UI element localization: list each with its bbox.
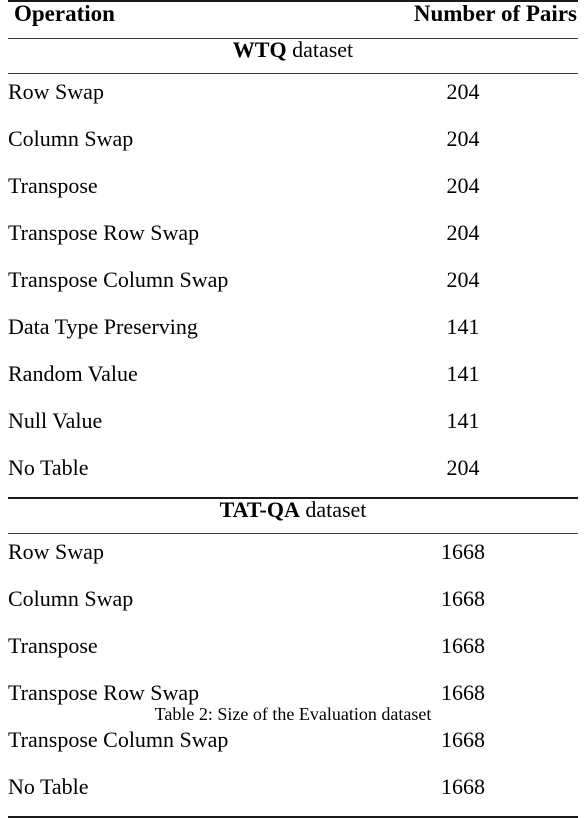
cell-number-of-pairs: 204: [446, 220, 480, 245]
section-header-wtq: WTQ dataset: [8, 37, 578, 74]
cell-number-of-pairs: 204: [446, 455, 480, 480]
table-row: Random Value 141: [8, 356, 578, 403]
column-header-operation: Operation: [8, 0, 348, 39]
cell-operation: Null Value: [8, 408, 103, 433]
cell-operation: Row Swap: [8, 539, 104, 564]
cell-number-of-pairs: 204: [446, 79, 480, 104]
table-row: No Table 1668: [8, 769, 578, 818]
cell-number-of-pairs: 141: [446, 361, 480, 386]
section-title-tatqa: TAT-QA dataset: [8, 497, 578, 534]
cell-operation: Column Swap: [8, 126, 134, 151]
cell-operation: Transpose Row Swap: [8, 220, 200, 245]
table-header-row: Operation Number of Pairs: [8, 0, 578, 39]
cell-number-of-pairs: 1668: [441, 727, 485, 752]
table-row: Null Value 141: [8, 403, 578, 450]
cell-number-of-pairs: 204: [446, 267, 480, 292]
cell-operation: Row Swap: [8, 79, 104, 104]
table-row: Transpose Column Swap 204: [8, 262, 578, 309]
cell-operation: No Table: [8, 769, 348, 818]
table-caption: Table 2: Size of the Evaluation dataset: [154, 704, 432, 724]
cell-operation: Transpose Column Swap: [8, 727, 229, 752]
section-suffix-tatqa: dataset: [299, 497, 367, 522]
cell-operation: Transpose: [8, 633, 98, 658]
table-row: Column Swap 1668: [8, 581, 578, 628]
column-header-number-of-pairs: Number of Pairs: [348, 0, 578, 39]
cell-number-of-pairs: 1668: [441, 539, 485, 564]
cell-operation: Column Swap: [8, 586, 134, 611]
section-name-tatqa: TAT-QA: [219, 497, 300, 522]
table-figure: Operation Number of Pairs WTQ dataset Ro…: [0, 0, 586, 818]
section-name-wtq: WTQ: [232, 37, 287, 62]
cell-number-of-pairs: 1668: [441, 586, 485, 611]
table-row: No Table 204: [8, 450, 578, 498]
cell-number-of-pairs: 204: [446, 126, 480, 151]
cell-operation: Transpose: [8, 173, 98, 198]
section-suffix-wtq: dataset: [286, 37, 354, 62]
table-body: WTQ dataset Row Swap 204 Column Swap 204…: [8, 37, 578, 818]
cell-number-of-pairs: 204: [446, 173, 480, 198]
table-header: Operation Number of Pairs: [8, 0, 578, 39]
cell-operation: Data Type Preserving: [8, 314, 198, 339]
evaluation-dataset-table: Operation Number of Pairs WTQ dataset Ro…: [8, 0, 578, 818]
table-row: Row Swap 204: [8, 74, 578, 122]
section-title-wtq: WTQ dataset: [8, 37, 578, 74]
cell-number-of-pairs: 1668: [441, 633, 485, 658]
table-row: Column Swap 204: [8, 121, 578, 168]
cell-operation: Transpose Column Swap: [8, 267, 229, 292]
table-row: Transpose Row Swap 204: [8, 215, 578, 262]
cell-number-of-pairs: 141: [446, 408, 480, 433]
table-row: Transpose 204: [8, 168, 578, 215]
table-row: Data Type Preserving 141: [8, 309, 578, 356]
table-row: Transpose 1668: [8, 628, 578, 675]
cell-operation: Random Value: [8, 361, 138, 386]
cell-number-of-pairs: 1668: [348, 769, 578, 818]
cell-number-of-pairs: 141: [446, 314, 480, 339]
section-header-tatqa: TAT-QA dataset: [8, 497, 578, 534]
table-row: Transpose Column Swap 1668: [8, 722, 578, 769]
table-row: Row Swap 1668: [8, 534, 578, 582]
cell-operation: No Table: [8, 455, 89, 480]
